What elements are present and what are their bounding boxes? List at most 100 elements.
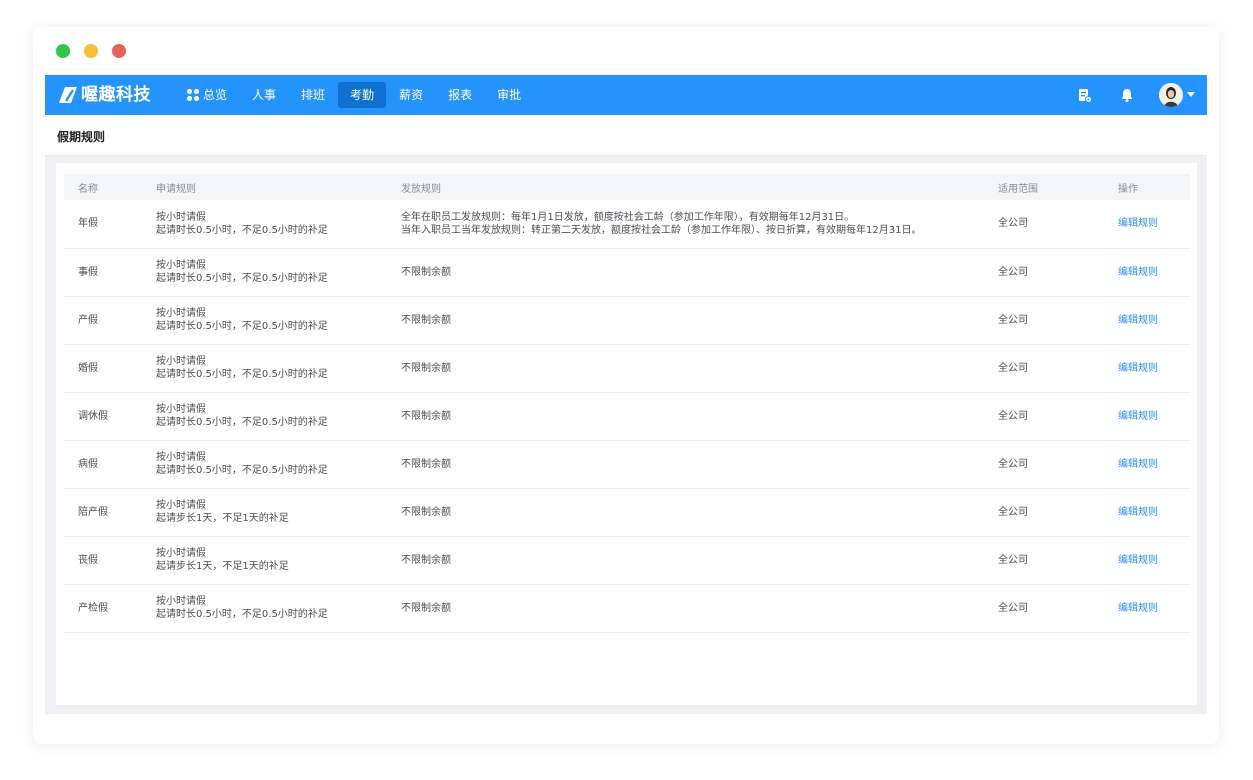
edit-rule-link[interactable]: 编辑规则 xyxy=(1118,315,1158,326)
apply-rule-line: 按小时请假 xyxy=(156,548,206,559)
cell-apply-rule: 按小时请假 起请时长0.5小时，不足0.5小时的补足 xyxy=(142,344,387,393)
nav-item-label: 人事 xyxy=(252,88,277,102)
brand-logo[interactable]: 喔趣科技 xyxy=(59,84,151,106)
cell-scope: 全公司 xyxy=(984,248,1104,297)
table-row: 调休假 按小时请假 起请时长0.5小时，不足0.5小时的补足 不限制余额 全公司 编辑规则 xyxy=(64,392,1190,441)
nav-item-5[interactable]: 报表 xyxy=(436,82,484,108)
nav-item-3[interactable]: 考勤 xyxy=(338,82,387,108)
nav-item-6[interactable]: 审批 xyxy=(485,82,533,108)
user-menu[interactable] xyxy=(1159,83,1195,107)
cell-name: 产检假 xyxy=(64,584,142,633)
leave-type-name: 产检假 xyxy=(78,602,108,614)
cell-scope: 全公司 xyxy=(984,296,1104,345)
table-row: 产检假 按小时请假 起请时长0.5小时，不足0.5小时的补足 不限制余额 全公司 编辑规则 xyxy=(64,584,1190,633)
cell-scope: 全公司 xyxy=(984,488,1104,537)
cell-name: 丧假 xyxy=(64,536,142,585)
table-row: 丧假 按小时请假起请步长1天，不足1天的补足 不限制余额 全公司 编辑规则 xyxy=(64,536,1190,585)
grid-icon xyxy=(187,89,199,101)
cell-apply-rule: 按小时请假 起请时长0.5小时，不足0.5小时的补足 xyxy=(142,200,387,249)
cell-apply-rule: 按小时请假起请时长0.5小时，不足0.5小时的补足 xyxy=(142,440,387,489)
edit-rule-link[interactable]: 编辑规则 xyxy=(1118,363,1158,374)
cell-scope: 全公司 xyxy=(984,536,1104,585)
grant-rule-line: 不限制余额 xyxy=(401,554,451,566)
apply-rule-line: 起请时长0.5小时，不足0.5小时的补足 xyxy=(156,224,328,236)
table-header-row: 名称 申请规则 发放规则 适用范围 操作 xyxy=(64,174,1190,200)
cell-name: 调休假 xyxy=(64,392,142,441)
close-button[interactable] xyxy=(112,44,126,58)
edit-rule-link[interactable]: 编辑规则 xyxy=(1118,267,1158,278)
header-name: 名称 xyxy=(64,174,142,200)
header-action: 操作 xyxy=(1104,174,1190,200)
document-settings-icon[interactable] xyxy=(1075,83,1095,107)
cell-apply-rule: 按小时请假起请时长0.5小时，不足0.5小时的补足 xyxy=(142,392,387,441)
minimize-button[interactable] xyxy=(84,44,98,58)
apply-rule-line: 按小时请假 xyxy=(156,211,206,223)
top-navbar: 喔趣科技 总览 人事 排班 考勤 薪资 报表 审批 xyxy=(45,75,1207,115)
scope-value: 全公司 xyxy=(998,554,1028,566)
cell-name: 陪产假 xyxy=(64,488,142,537)
page-title: 假期规则 xyxy=(57,130,106,144)
nav-item-4[interactable]: 薪资 xyxy=(387,82,435,108)
table-row: 婚假 按小时请假 起请时长0.5小时，不足0.5小时的补足 不限制余额 全公司 编辑规则 xyxy=(64,344,1190,393)
edit-rule-link[interactable]: 编辑规则 xyxy=(1118,555,1158,566)
cell-apply-rule: 按小时请假 起请时长0.5小时，不足0.5小时的补足 xyxy=(142,584,387,633)
table-row: 病假 按小时请假 起请时长0.5小时，不足0.5小时的补足 不限制余额 全公司 编辑规则 xyxy=(64,440,1190,489)
maximize-button[interactable] xyxy=(56,44,70,58)
edit-rule-link[interactable]: 编辑规则 xyxy=(1118,507,1158,518)
cell-name: 年假 xyxy=(64,200,142,249)
cell-name: 产假 xyxy=(64,296,142,345)
cell-grant-rule: 不限制余额 xyxy=(387,248,984,297)
grant-rule-line: 不限制余额 xyxy=(401,506,451,518)
avatar[interactable] xyxy=(1159,83,1183,107)
leave-rules-table: 名称 申请规则 发放规则 适用范围 操作 年假 按小时请假 起请时长0.5小时，不足… xyxy=(64,174,1190,633)
apply-rule-line: 起请时长0.5小时，不足0.5小时的补足 xyxy=(156,465,328,476)
cell-action: 编辑规则 xyxy=(1104,584,1190,633)
cell-action: 编辑规则 xyxy=(1104,488,1190,537)
leave-type-name: 丧假 xyxy=(78,554,98,566)
leave-type-name: 年假 xyxy=(78,218,98,230)
leave-type-name: 调休假 xyxy=(78,410,108,422)
apply-rule-line: 按小时请假 xyxy=(156,404,206,415)
table-row: 产假 按小时请假起请时长0.5小时，不足0.5小时的补足 不限制余额 全公司 编辑规则 xyxy=(64,296,1190,345)
cell-scope: 全公司 xyxy=(984,584,1104,633)
nav-item-label: 审批 xyxy=(497,88,522,102)
scope-value: 全公司 xyxy=(998,602,1028,614)
cell-apply-rule: 按小时请假 起请时长0.5小时，不足0.5小时的补足 xyxy=(142,248,387,297)
scope-value: 全公司 xyxy=(998,218,1028,230)
edit-rule-link[interactable]: 编辑规则 xyxy=(1118,218,1158,229)
scope-value: 全公司 xyxy=(998,458,1028,470)
bell-icon[interactable] xyxy=(1117,83,1137,107)
nav-item-2[interactable]: 排班 xyxy=(289,82,337,108)
nav-item-label: 薪资 xyxy=(399,88,424,102)
cell-grant-rule: 不限制余额 xyxy=(387,440,984,489)
caret-down-icon[interactable] xyxy=(1187,92,1195,98)
table-row: 事假 按小时请假 起请时长0.5小时，不足0.5小时的补足 不限制余额 全公司 编辑规则 xyxy=(64,248,1190,297)
apply-rule-line: 起请步长1天，不足1天的补足 xyxy=(156,561,289,572)
cell-action: 编辑规则 xyxy=(1104,440,1190,489)
nav-item-1[interactable]: 人事 xyxy=(240,82,288,108)
logo-icon xyxy=(59,87,77,103)
cell-grant-rule: 不限制余额 xyxy=(387,296,984,345)
brand-name: 喔趣科技 xyxy=(81,85,151,105)
leave-type-name: 病假 xyxy=(78,458,98,470)
edit-rule-link[interactable]: 编辑规则 xyxy=(1118,459,1158,470)
edit-rule-link[interactable]: 编辑规则 xyxy=(1118,603,1158,614)
apply-rule-line: 起请时长0.5小时，不足0.5小时的补足 xyxy=(156,321,328,332)
apply-rule-line: 按小时请假 xyxy=(156,596,206,607)
apply-rule-line: 按小时请假 xyxy=(156,308,206,319)
scope-value: 全公司 xyxy=(998,362,1028,374)
nav-item-0[interactable]: 总览 xyxy=(175,82,239,108)
leave-type-name: 事假 xyxy=(78,266,98,278)
grant-rule-line: 不限制余额 xyxy=(401,362,451,374)
edit-rule-link[interactable]: 编辑规则 xyxy=(1118,411,1158,422)
cell-action: 编辑规则 xyxy=(1104,200,1190,249)
table-row: 陪产假 按小时请假 起请步长1天，不足1天的补足 不限制余额 全公司 编辑规则 xyxy=(64,488,1190,537)
cell-grant-rule: 不限制余额 xyxy=(387,536,984,585)
apply-rule-line: 按小时请假 xyxy=(156,356,206,367)
rules-card: 名称 申请规则 发放规则 适用范围 操作 年假 按小时请假 起请时长0.5小时，不足… xyxy=(56,163,1197,705)
apply-rule-line: 起请时长0.5小时，不足0.5小时的补足 xyxy=(156,417,328,428)
apply-rule-line: 按小时请假 xyxy=(156,500,206,511)
scope-value: 全公司 xyxy=(998,266,1028,278)
grant-rule-line: 全年在职员工发放规则：每年1月1日发放，额度按社会工龄（参加工作年限），有效期每… xyxy=(401,211,855,223)
apply-rule-line: 按小时请假 xyxy=(156,452,206,463)
